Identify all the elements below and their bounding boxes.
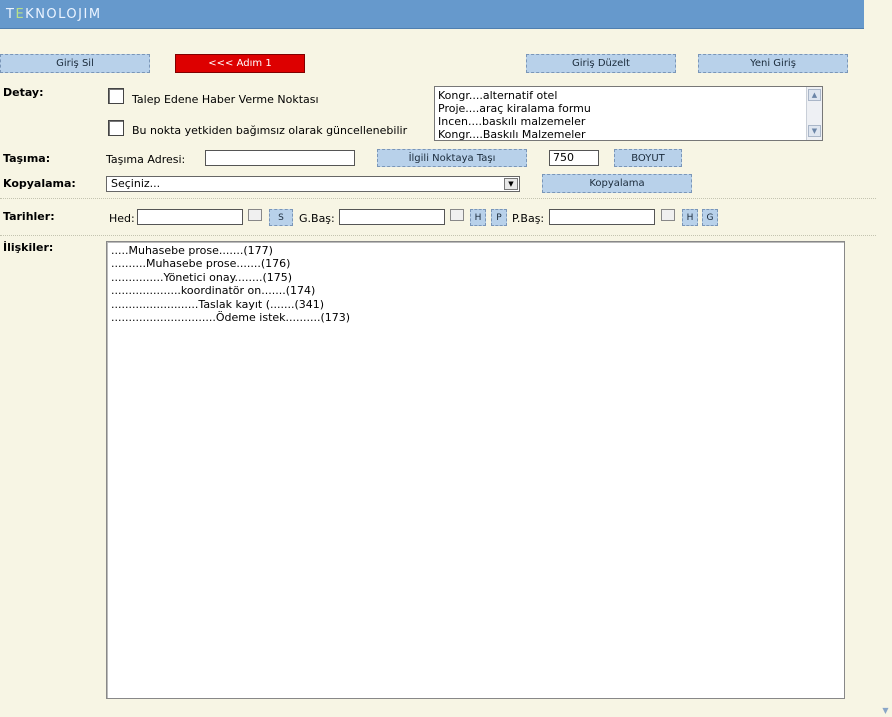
app-logo: TEKNOLOJIM (6, 7, 102, 22)
copy-select-value: Seçiniz... (111, 177, 161, 190)
move-address-label: Taşıma Adresi: (106, 153, 186, 166)
hed-s-button[interactable]: S (269, 209, 293, 226)
scroll-down-icon[interactable]: ▼ (879, 705, 892, 717)
pbas-label: P.Baş: (512, 212, 545, 225)
list-item[interactable]: Kongr....alternatif otel (435, 89, 805, 102)
gbas-h-button[interactable]: H (470, 209, 486, 226)
tarihler-label: Tarihler: (3, 210, 55, 223)
copy-button[interactable]: Kopyalama (542, 174, 692, 193)
calendar-icon[interactable] (248, 209, 262, 221)
step-back-button[interactable]: <<< Adım 1 (175, 54, 305, 73)
tree-item[interactable]: .........................Taslak kayıt (.… (107, 298, 350, 311)
page-scrollbar[interactable] (879, 28, 892, 717)
relations-tree[interactable]: .....Muhasebe prose.......(177) ........… (106, 241, 845, 699)
hed-label: Hed: (109, 212, 135, 225)
tree-item[interactable]: ....................koordinatör on......… (107, 284, 350, 297)
size-input[interactable]: 750 (549, 150, 599, 166)
gbas-label: G.Baş: (299, 212, 335, 225)
notify-requester-label: Talep Edene Haber Verme Noktası (132, 93, 319, 106)
calendar-icon[interactable] (661, 209, 675, 221)
chevron-down-icon[interactable]: ▼ (504, 178, 518, 190)
hed-date-input[interactable] (137, 209, 243, 225)
pbas-date-input[interactable] (549, 209, 655, 225)
move-address-input[interactable] (205, 150, 355, 166)
detay-label: Detay: (3, 86, 44, 99)
copy-select[interactable]: Seçiniz... ▼ (106, 176, 520, 192)
detay-listbox[interactable]: Kongr....alternatif otel Proje....araç k… (434, 86, 823, 141)
list-item[interactable]: Kongr....Baskılı Malzemeler (435, 128, 805, 141)
pbas-g-button[interactable]: G (702, 209, 718, 226)
iliskiler-label: İlişkiler: (3, 241, 54, 254)
scroll-down-icon[interactable]: ▼ (808, 125, 821, 137)
independent-update-checkbox[interactable] (108, 120, 124, 136)
tree-item[interactable]: .....Muhasebe prose.......(177) (107, 244, 350, 257)
move-to-node-button[interactable]: İlgili Noktaya Taşı (377, 149, 527, 167)
app-header (0, 0, 864, 29)
notify-requester-checkbox[interactable] (108, 88, 124, 104)
gbas-p-button[interactable]: P (491, 209, 507, 226)
size-button[interactable]: BOYUT (614, 149, 682, 167)
independent-update-label: Bu nokta yetkiden bağımsız olarak güncel… (132, 124, 408, 137)
tree-item[interactable]: ...............Yönetici onay........(175… (107, 271, 350, 284)
calendar-icon[interactable] (450, 209, 464, 221)
pbas-h-button[interactable]: H (682, 209, 698, 226)
divider (0, 235, 876, 236)
edit-entry-button[interactable]: Giriş Düzelt (526, 54, 676, 73)
tree-item[interactable]: ..........Muhasebe prose.......(176) (107, 257, 350, 270)
list-item[interactable]: Incen....baskılı malzemeler (435, 115, 805, 128)
tasima-label: Taşıma: (3, 152, 51, 165)
tree-item[interactable]: ..............................Ödeme iste… (107, 311, 350, 324)
gbas-date-input[interactable] (339, 209, 445, 225)
divider (0, 198, 876, 199)
kopyalama-label: Kopyalama: (3, 177, 76, 190)
new-entry-button[interactable]: Yeni Giriş (698, 54, 848, 73)
delete-entry-button[interactable]: Giriş Sil (0, 54, 150, 73)
scroll-up-icon[interactable]: ▲ (808, 89, 821, 101)
list-item[interactable]: Proje....araç kiralama formu (435, 102, 805, 115)
